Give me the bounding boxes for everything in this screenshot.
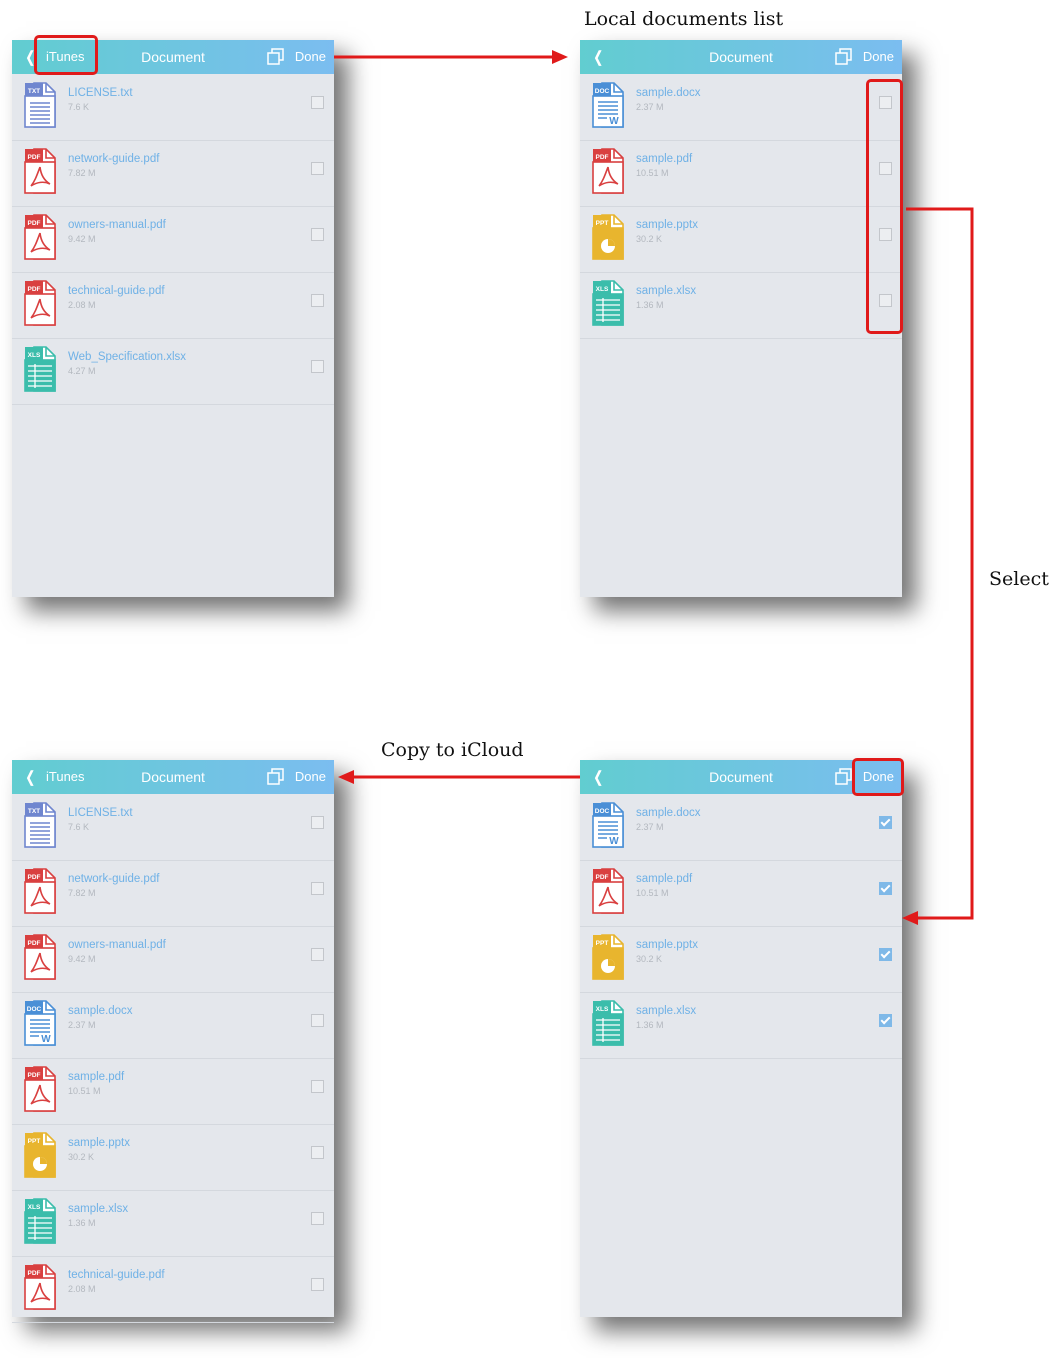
arrow-select <box>906 207 974 920</box>
arrowhead-local-list <box>552 50 568 64</box>
flow-arrows <box>334 50 974 925</box>
arrowhead-select <box>902 911 918 925</box>
arrowhead-copy <box>338 770 354 784</box>
